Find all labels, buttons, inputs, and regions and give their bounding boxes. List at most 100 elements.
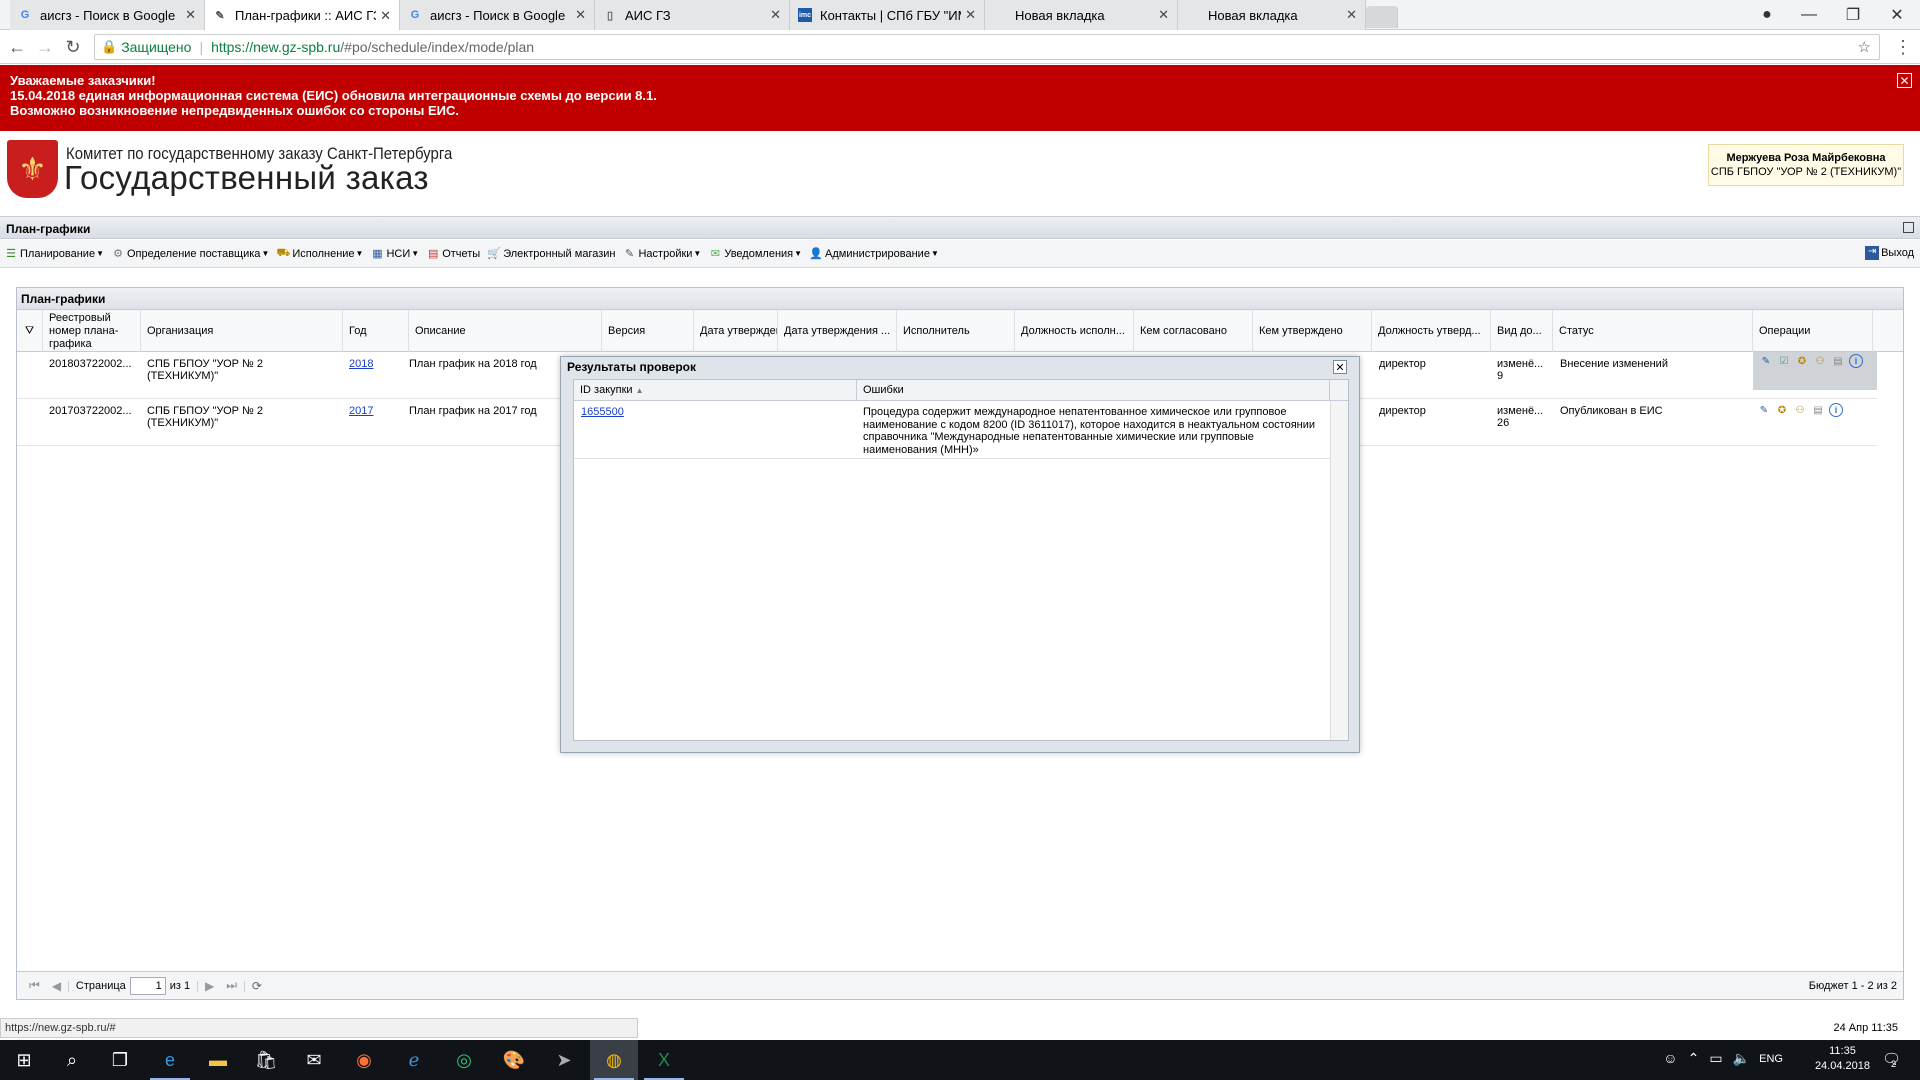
column-header[interactable]: Год: [343, 310, 409, 352]
language-indicator[interactable]: ENG: [1759, 1053, 1783, 1065]
edge-icon[interactable]: e: [146, 1040, 194, 1080]
bookmark-star-icon[interactable]: ☆: [1858, 38, 1871, 56]
column-header[interactable]: Исполнитель: [897, 310, 1015, 352]
volume-icon[interactable]: 🔈: [1733, 1050, 1750, 1067]
browser-tab[interactable]: imc Контакты | СПб ГБУ "ИМ ✕: [790, 0, 985, 30]
document-icon[interactable]: ▤: [1811, 403, 1825, 417]
collapse-panel-icon[interactable]: [1903, 222, 1914, 233]
ie-icon[interactable]: ℯ: [390, 1040, 438, 1080]
column-header[interactable]: Кем утверждено: [1253, 310, 1372, 352]
column-header[interactable]: Вид до...: [1491, 310, 1553, 352]
column-header[interactable]: Кем согласовано: [1134, 310, 1253, 352]
browser-tab[interactable]: ▯ АИС ГЗ ✕: [595, 0, 790, 30]
first-page-icon[interactable]: ⏮: [29, 978, 40, 993]
browser-tab[interactable]: ✎ План-графики :: АИС ГЗ ✕: [205, 0, 400, 31]
menu-item[interactable]: ✎ Настройки ▼: [622, 247, 701, 261]
browser-tab[interactable]: Gаисгз - Поиск в Google ✕: [10, 0, 205, 30]
user-info[interactable]: Мержуева Роза Майрбековна СПБ ГБПОУ "УОР…: [1708, 144, 1904, 186]
info-icon[interactable]: i: [1829, 403, 1843, 417]
tab-close-icon[interactable]: ✕: [770, 7, 781, 23]
banner-close-button[interactable]: ✕: [1897, 73, 1912, 88]
edit-icon[interactable]: ✎: [1757, 403, 1771, 417]
column-header[interactable]: Описание: [409, 310, 602, 352]
menu-item[interactable]: 🛒 Электронный магазин: [487, 247, 615, 261]
column-header[interactable]: Должность утверд...: [1372, 310, 1491, 352]
col-errors-header[interactable]: Ошибки: [857, 380, 1330, 401]
year-link[interactable]: 2018: [349, 358, 399, 370]
url-field[interactable]: 🔒 Защищено | https://new.gz-spb.ru /#po/…: [94, 34, 1880, 60]
tab-close-icon[interactable]: ✕: [575, 7, 586, 23]
tab-favicon-icon: G: [20, 9, 30, 21]
firefox-icon[interactable]: ◉: [340, 1040, 388, 1080]
chevron-up-icon[interactable]: ⌃: [1688, 1050, 1700, 1067]
menu-item[interactable]: ⛟ Исполнение ▼: [276, 247, 363, 261]
browser-tab[interactable]: Gаисгз - Поиск в Google ✕: [400, 0, 595, 30]
column-header[interactable]: Должность исполн...: [1015, 310, 1134, 352]
reload-icon[interactable]: ↻: [62, 36, 84, 58]
col-id-header[interactable]: ID закупки ▲: [574, 380, 857, 401]
refresh-icon[interactable]: ⟳: [252, 979, 262, 993]
search-icon[interactable]: ⌕: [48, 1040, 96, 1080]
document-icon[interactable]: ▤: [1831, 354, 1845, 368]
notification-center-icon[interactable]: 🗨2: [1882, 1050, 1906, 1069]
page-input[interactable]: [129, 976, 166, 995]
store-icon[interactable]: 🛍: [242, 1040, 290, 1080]
prev-page-icon[interactable]: ◀: [52, 979, 61, 993]
file-explorer-icon[interactable]: ▬: [194, 1040, 242, 1080]
new-tab-button[interactable]: [1366, 6, 1398, 28]
chrome-icon[interactable]: ◍: [590, 1040, 638, 1080]
menu-item[interactable]: ▤ Отчеты: [426, 247, 480, 261]
clock[interactable]: 11:35 24.04.2018: [1815, 1044, 1870, 1074]
back-icon[interactable]: ←: [6, 36, 28, 58]
menu-item[interactable]: ⚙ Определение поставщика ▼: [111, 247, 269, 261]
filter-icon[interactable]: ⛛: [17, 310, 43, 352]
menu-item[interactable]: ☰ Планирование ▼: [4, 247, 104, 261]
column-header[interactable]: Версия: [602, 310, 694, 352]
checklist-icon[interactable]: ☑: [1777, 354, 1791, 368]
column-header[interactable]: Дата утверждения ...: [778, 310, 897, 352]
column-header[interactable]: Реестровый номер плана-графика: [43, 310, 141, 352]
minimize-button[interactable]: —: [1786, 0, 1832, 30]
whatsapp-icon[interactable]: ◎: [440, 1040, 488, 1080]
dialog-scrollbar[interactable]: [1330, 401, 1348, 740]
browser-tab[interactable]: Новая вкладка ✕: [1178, 0, 1366, 30]
menu-item[interactable]: ✉ Уведомления ▼: [708, 247, 802, 261]
excel-icon[interactable]: X: [640, 1040, 688, 1080]
last-page-icon[interactable]: ⏭: [226, 978, 237, 993]
year-link[interactable]: 2017: [349, 405, 399, 417]
tab-close-icon[interactable]: ✕: [965, 7, 976, 23]
edit-icon[interactable]: ✎: [1759, 354, 1773, 368]
tab-close-icon[interactable]: ✕: [1158, 7, 1169, 23]
purchase-id-link[interactable]: 1655500: [581, 406, 624, 418]
paint-icon[interactable]: 🎨: [490, 1040, 538, 1080]
tab-close-icon[interactable]: ✕: [380, 8, 391, 24]
menu-item[interactable]: ▦ НСИ ▼: [370, 247, 419, 261]
close-window-button[interactable]: ✕: [1874, 0, 1920, 30]
tab-close-icon[interactable]: ✕: [185, 7, 196, 23]
network-icon[interactable]: ▭: [1709, 1050, 1722, 1067]
browser-tab[interactable]: Новая вкладка ✕: [985, 0, 1178, 30]
dialog-close-button[interactable]: ✕: [1333, 360, 1347, 374]
users-icon[interactable]: ⚇: [1813, 354, 1827, 368]
task-view-icon[interactable]: ❐: [96, 1040, 144, 1080]
next-page-icon[interactable]: ▶: [205, 979, 214, 993]
restore-button[interactable]: ❐: [1830, 0, 1876, 30]
forward-icon[interactable]: →: [34, 36, 56, 58]
start-icon[interactable]: ⊞: [0, 1040, 48, 1080]
exit-button[interactable]: ⇥ Выход: [1865, 246, 1914, 260]
profile-icon[interactable]: ●: [1744, 0, 1790, 30]
column-header[interactable]: Организация: [141, 310, 343, 352]
column-header[interactable]: Статус: [1553, 310, 1753, 352]
emblem-icon[interactable]: ✪: [1775, 403, 1789, 417]
column-header[interactable]: Операции: [1753, 310, 1873, 352]
mail-icon[interactable]: ✉: [290, 1040, 338, 1080]
app-icon[interactable]: ➤: [540, 1040, 588, 1080]
people-icon[interactable]: ☺: [1663, 1050, 1677, 1067]
menu-item[interactable]: 👤 Администрирование ▼: [809, 247, 939, 261]
users-icon[interactable]: ⚇: [1793, 403, 1807, 417]
menu-icon[interactable]: ⋮: [1892, 36, 1914, 58]
column-header[interactable]: Дата утверждения: [694, 310, 778, 352]
tab-close-icon[interactable]: ✕: [1346, 7, 1357, 23]
emblem-icon[interactable]: ✪: [1795, 354, 1809, 368]
info-icon[interactable]: i: [1849, 354, 1863, 368]
